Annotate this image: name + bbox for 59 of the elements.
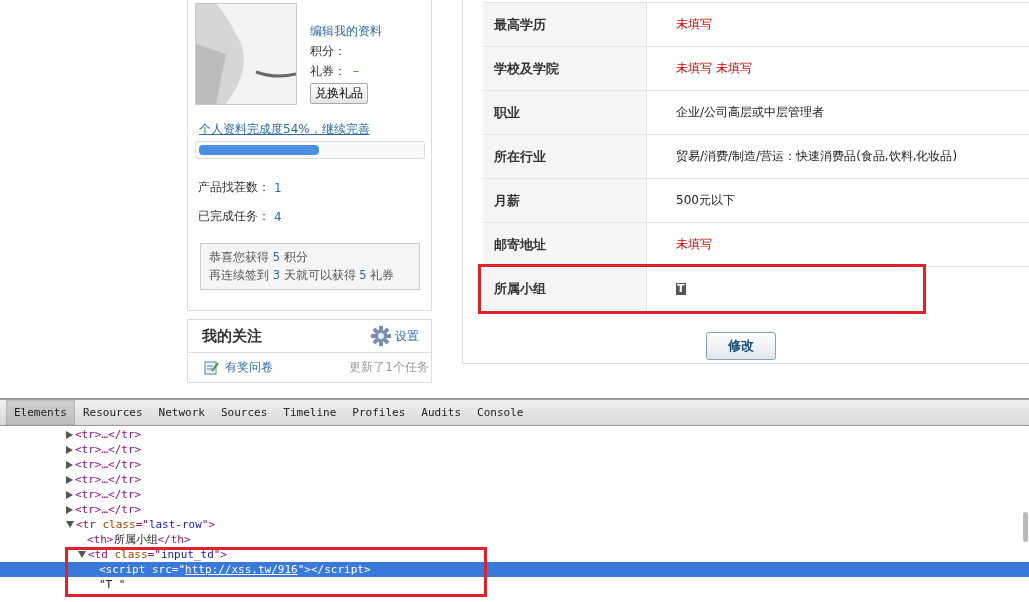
devtools-tab[interactable]: Resources <box>75 400 151 425</box>
stat-label: 已完成任务： <box>198 208 270 225</box>
disclosure-icon[interactable] <box>66 445 73 454</box>
profile-completion-link[interactable]: 个人资料完成度54%，继续完善 <box>199 121 425 138</box>
stat-value: 4 <box>274 209 282 224</box>
field-value: 企业/公司高层或中层管理者 <box>675 104 825 121</box>
devtools-tab[interactable]: Profiles <box>344 400 414 425</box>
redeem-button[interactable]: 兑换礼品 <box>310 83 368 104</box>
disclosure-icon[interactable] <box>66 521 74 528</box>
coupons-value: － <box>350 63 362 80</box>
disclosure-icon[interactable] <box>66 430 73 439</box>
scrollbar[interactable] <box>1023 512 1028 542</box>
dom-node-line[interactable]: <tr class="last-row"> <box>0 517 1029 532</box>
stat-value: 1 <box>274 180 282 195</box>
disclosure-icon[interactable] <box>66 475 73 484</box>
field-label: 最高学历 <box>483 3 647 46</box>
field-label: 所在行业 <box>483 135 647 178</box>
edit-profile-link[interactable]: 编辑我的资料 <box>310 23 382 40</box>
points-label: 积分： <box>310 43 346 60</box>
dom-node-line[interactable]: <th>所属小组</th> <box>0 532 1029 547</box>
field-label: 所属小组 <box>483 267 647 310</box>
devtools-tab[interactable]: Sources <box>212 400 276 425</box>
notice-text: 再连续签到 3 天就可以获得 5 礼券 <box>209 268 396 283</box>
field-label: 学校及学院 <box>483 47 647 90</box>
disclosure-icon[interactable] <box>66 490 73 499</box>
stat-label: 产品找茬数： <box>198 179 270 196</box>
field-value: 贸易/消费/制造/营运：快速消费品(食品,饮料,化妆品) <box>675 148 958 165</box>
settings-icon[interactable] <box>371 326 391 346</box>
devtools-tab[interactable]: Console <box>469 400 532 425</box>
field-value: 未填写 <box>675 16 712 33</box>
field-label: 职业 <box>483 91 647 134</box>
field-value: 500元以下 <box>675 192 735 209</box>
edit-button[interactable]: 修改 <box>706 332 776 360</box>
devtools-tab[interactable]: Network <box>150 400 213 425</box>
field-value: 未填写 未填写 <box>675 60 752 77</box>
dom-node-line[interactable]: <tr>…</tr> <box>0 427 1029 442</box>
dom-node-line[interactable]: <tr>…</tr> <box>0 502 1029 517</box>
section-title: 我的关注 <box>202 326 262 346</box>
settings-link[interactable]: 设置 <box>395 327 419 345</box>
field-label: 月薪 <box>483 179 647 222</box>
disclosure-icon[interactable] <box>66 505 73 514</box>
devtools-tab[interactable]: Elements <box>6 400 75 425</box>
field-label: 邮寄地址 <box>483 223 647 266</box>
dom-node-line[interactable]: <tr>…</tr> <box>0 442 1029 457</box>
url-link[interactable]: http://xss.tw/916 <box>185 563 298 576</box>
dom-node-line[interactable]: "T " <box>0 577 1029 592</box>
devtools-tab[interactable]: Timeline <box>275 400 345 425</box>
coupons-label: 礼券： <box>310 63 346 80</box>
field-value: 未填写 <box>675 236 712 253</box>
disclosure-icon[interactable] <box>66 460 73 469</box>
notice-text: 恭喜您获得 5 积分 <box>209 250 309 265</box>
survey-icon <box>203 359 219 376</box>
survey-link[interactable]: 有奖问卷 <box>225 359 273 376</box>
dom-node-line[interactable]: <tr>…</tr> <box>0 487 1029 502</box>
update-note: 更新了1个任务 <box>349 359 429 376</box>
dom-node-line[interactable]: <tr>…</tr> <box>0 472 1029 487</box>
devtools-tab[interactable]: Audits <box>413 400 470 425</box>
dom-node-line[interactable]: <tr>…</tr> <box>0 457 1029 472</box>
field-value: T <box>676 282 686 295</box>
